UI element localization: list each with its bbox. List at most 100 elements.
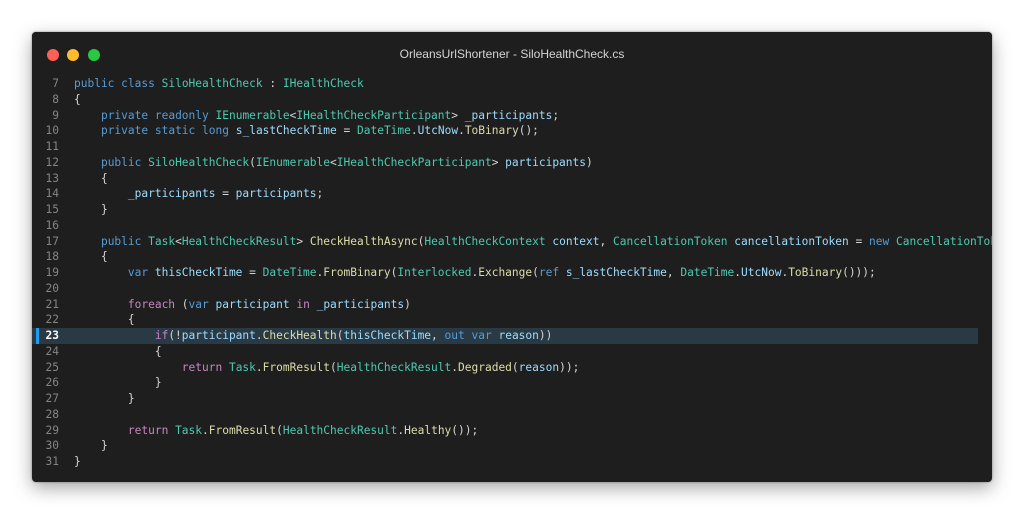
- code-text: }: [74, 391, 135, 407]
- code-token: (: [249, 155, 256, 169]
- code-line[interactable]: 26 }: [32, 375, 978, 391]
- code-token: public: [100, 234, 142, 248]
- code-token: (: [511, 360, 519, 374]
- code-token: cancellationToken: [734, 234, 849, 248]
- code-token: ));: [559, 360, 580, 374]
- code-text: public SiloHealthCheck(IEnumerable<IHeal…: [74, 155, 593, 171]
- code-line[interactable]: 24 {: [32, 344, 978, 360]
- code-token: out: [444, 329, 465, 342]
- code-token: =: [336, 124, 357, 138]
- code-line[interactable]: 15 }: [32, 202, 978, 218]
- code-token: ());: [451, 423, 479, 437]
- code-token: >: [296, 234, 310, 248]
- code-editor[interactable]: 7 public class SiloHealthCheck : IHealthC…: [32, 76, 992, 476]
- code-token: ): [586, 155, 593, 169]
- title-bar: OrleansUrlShortener - SiloHealthCheck.cs: [32, 32, 992, 76]
- code-line[interactable]: 17 public Task<HealthCheckResult> CheckH…: [32, 234, 992, 250]
- line-number: 31: [45, 455, 59, 468]
- code-token: public: [74, 77, 115, 90]
- code-text: }: [74, 375, 162, 391]
- code-text: return Task.FromResult(HealthCheckResult…: [74, 423, 478, 439]
- code-line[interactable]: 16: [32, 218, 978, 234]
- line-number: 30: [45, 439, 59, 453]
- code-text: if(!participant.CheckHealth(thisCheckTim…: [74, 328, 553, 344]
- code-line[interactable]: 28: [32, 407, 978, 423]
- code-text: {: [74, 92, 81, 108]
- code-line[interactable]: 30 }: [32, 438, 978, 454]
- code-token: )): [538, 329, 553, 342]
- code-line[interactable]: 8{: [32, 92, 978, 108]
- code-token: _participants: [464, 108, 553, 122]
- line-number: 22: [45, 313, 59, 327]
- code-text: }: [74, 438, 108, 454]
- code-line[interactable]: 20: [32, 281, 978, 297]
- code-line[interactable]: 23 if(!participant.CheckHealth(thisCheck…: [32, 328, 978, 344]
- line-number: 20: [45, 281, 59, 295]
- code-token: <: [330, 155, 337, 169]
- code-text: var thisCheckTime = DateTime. FromBinary (…: [74, 265, 876, 281]
- code-token: Exchange: [478, 266, 533, 279]
- code-token: private: [100, 124, 149, 138]
- code-token: {: [74, 250, 108, 264]
- code-line[interactable]: 7 public class SiloHealthCheck : IHealthC…: [32, 76, 978, 92]
- line-number: 12: [45, 155, 59, 169]
- code-line[interactable]: 13 {: [32, 171, 978, 187]
- code-line[interactable]: 10 private static long s_lastCheckTime =…: [32, 123, 978, 139]
- code-line[interactable]: 29 return Task.FromResult(HealthCheckRes…: [32, 423, 978, 439]
- code-text: public class SiloHealthCheck : IHealthCh…: [74, 76, 364, 92]
- code-token: .: [255, 329, 263, 342]
- code-line[interactable]: 25 return Task.FromResult(HealthCheckRes…: [32, 360, 978, 376]
- code-token: .: [458, 124, 465, 138]
- code-line[interactable]: 11: [32, 139, 978, 155]
- code-line[interactable]: 14 _participants = participants;: [32, 186, 978, 202]
- code-token: FromResult: [208, 423, 277, 437]
- code-token: static: [154, 124, 196, 138]
- code-token: Interlocked: [397, 266, 472, 279]
- line-number: 10: [45, 124, 59, 138]
- window-title: OrleansUrlShortener - SiloHealthCheck.cs: [399, 47, 625, 61]
- code-text: }: [74, 202, 108, 218]
- code-token: SiloHealthCheck: [148, 155, 250, 169]
- code-token: >: [451, 108, 465, 122]
- code-token: }: [74, 203, 108, 216]
- line-number: 25: [45, 360, 59, 374]
- code-text: {: [74, 171, 108, 187]
- code-token: reason: [498, 329, 539, 342]
- line-number: 24: [45, 344, 59, 358]
- code-token: HealthCheckResult: [336, 360, 452, 374]
- code-line[interactable]: 27 }: [32, 391, 978, 407]
- code-token: {: [74, 171, 108, 185]
- code-token: IHealthCheckParticipant: [296, 108, 452, 122]
- code-token: FromBinary: [323, 266, 391, 279]
- code-token: ,: [666, 266, 681, 279]
- code-token: CheckHealthAsync: [309, 234, 418, 248]
- code-line[interactable]: 12 public SiloHealthCheck(IEnumerable<IH…: [32, 155, 978, 171]
- code-token: {: [74, 313, 135, 327]
- code-token: new: [869, 234, 890, 248]
- code-token: UtcNow: [741, 266, 782, 279]
- code-token: Healthy: [404, 423, 452, 437]
- code-token: s_lastCheckTime: [235, 124, 337, 138]
- code-token: (: [532, 266, 539, 279]
- code-line[interactable]: 18 {: [32, 249, 978, 265]
- code-token: (: [330, 360, 337, 374]
- code-token: thisCheckTime: [154, 266, 243, 279]
- code-line[interactable]: 31}: [32, 454, 978, 470]
- code-token: <: [175, 234, 182, 248]
- code-line[interactable]: 19 var thisCheckTime = DateTime. FromBina…: [32, 265, 978, 281]
- code-line[interactable]: 9 private readonly IEnumerable<IHealthCh…: [32, 108, 978, 124]
- code-token: {: [74, 344, 162, 358]
- code-token: =: [215, 187, 236, 201]
- code-line[interactable]: 22 {: [32, 312, 978, 328]
- code-line[interactable]: 21 foreach (var participant in _particip…: [32, 297, 978, 313]
